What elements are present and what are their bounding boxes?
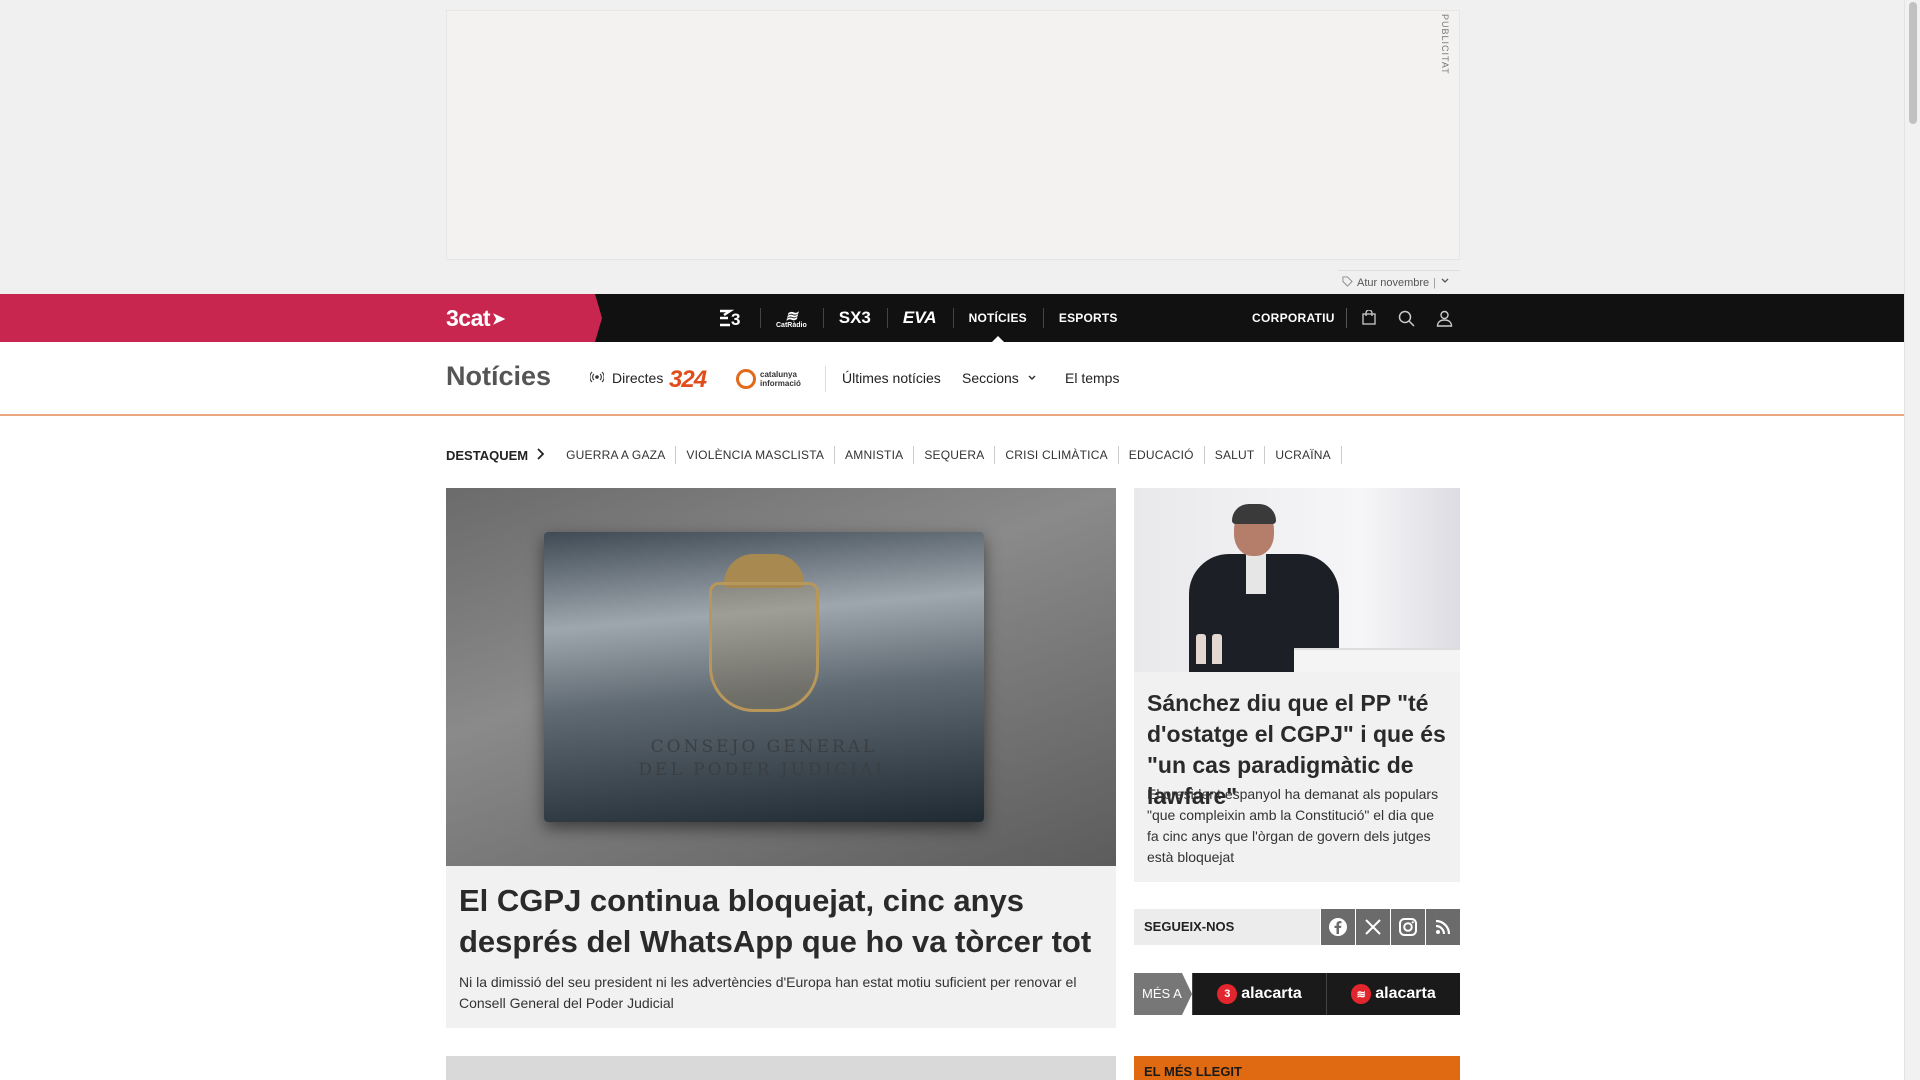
logo-324-text: 324 [669, 366, 707, 393]
tag-crisi-climatica[interactable]: CRISI CLIMÀTICA [995, 446, 1119, 464]
lead-article-image[interactable]: CONSEJO GENERAL DEL PODER JUDICIAL [446, 488, 1116, 866]
follow-us-bar: SEGUEIX-NOS [1134, 909, 1460, 945]
instagram-icon[interactable] [1391, 909, 1425, 945]
destaquem-label: DESTAQUEM [446, 447, 529, 463]
coat-of-arms-emblem [709, 582, 819, 712]
channel-eva-label: EVA [902, 308, 937, 327]
catalunya-informacio-icon [736, 369, 756, 389]
most-read-label: EL MÉS LLEGIT [1144, 1064, 1242, 1079]
nav-divider [1346, 308, 1347, 328]
ad-zone: PUBLICITAT Atur novembre | [0, 0, 1904, 294]
tv3-icon: 3 [1217, 984, 1238, 1004]
channel-nav: 3 ≋ CatRàdio SX3 EVA NOTÍCIES ESPORTS [702, 294, 1134, 342]
ad-choice-selector[interactable]: Atur novembre | [1338, 270, 1460, 294]
brand-block [0, 294, 602, 342]
x-icon[interactable] [1356, 909, 1390, 945]
channel-sx3-logo[interactable]: SX3 [822, 294, 887, 342]
catradio-alacarta-label: alacarta [1375, 985, 1436, 1002]
chevron-down-icon [1440, 276, 1450, 289]
section-header: Notícies Directes 324 catalunya informac… [0, 342, 1904, 416]
user-icon[interactable] [1434, 308, 1454, 328]
channel-catradio-label: CatRàdio [776, 322, 807, 329]
follow-us-label: SEGUEIX-NOS [1134, 909, 1320, 945]
shopping-bag-icon[interactable] [1359, 308, 1379, 328]
top-navigation: 3cat ➤ 3 ≋ CatRàdio SX3 EVA NOTÍCIES ESP… [0, 294, 1904, 342]
ad-choice-text: Atur novembre [1357, 276, 1430, 289]
speaker-hair [1232, 504, 1276, 524]
catalunya-informacio-logo[interactable]: catalunya informació [736, 369, 801, 389]
nav-esports[interactable]: ESPORTS [1042, 294, 1134, 342]
search-icon[interactable] [1396, 308, 1416, 328]
side-article-image[interactable] [1134, 488, 1460, 672]
nav-corporatiu[interactable]: CORPORATIU [1252, 294, 1335, 342]
tag-icon [1342, 275, 1353, 290]
tag-educacio[interactable]: EDUCACIÓ [1119, 446, 1205, 464]
next-article-card[interactable] [446, 1056, 1116, 1080]
page-title[interactable]: Notícies [446, 361, 551, 392]
plaque-text-line1: CONSEJO GENERAL [650, 737, 878, 757]
rss-icon[interactable] [1426, 909, 1460, 945]
channel-eva-logo[interactable]: EVA [886, 294, 953, 342]
water-bottle [1196, 634, 1206, 664]
most-read-header: EL MÉS LLEGIT [1134, 1056, 1460, 1080]
svg-text:3: 3 [731, 310, 740, 328]
page-scrollbar[interactable] [1904, 0, 1920, 1080]
tv3-alacarta-label: alacarta [1241, 985, 1302, 1002]
ad-banner[interactable] [446, 10, 1460, 260]
ci-line1: catalunya [760, 370, 797, 379]
ci-line2: informació [760, 379, 801, 388]
tv3-icon: 3 [720, 309, 740, 328]
3-24-logo[interactable]: 324 [669, 366, 707, 394]
directes-label: Directes [612, 370, 664, 386]
tv3-alacarta-link[interactable]: 3 alacarta [1192, 973, 1326, 1015]
broadcast-icon [589, 370, 605, 386]
seccions-label: Seccions [962, 370, 1019, 386]
directes-link[interactable]: Directes [589, 370, 664, 386]
nav-noticies[interactable]: NOTÍCIES [952, 294, 1043, 342]
side-article-card[interactable]: Sánchez diu que el PP "té d'ostatge el C… [1134, 488, 1460, 882]
tag-amnistia[interactable]: AMNISTIA [835, 446, 915, 464]
ad-choice-separator: | [1433, 276, 1437, 289]
destaquem-link[interactable]: DESTAQUEM [446, 447, 545, 463]
tag-violencia-masclista[interactable]: VIOLÈNCIA MASCLISTA [676, 446, 836, 464]
el-temps-link[interactable]: El temps [1065, 370, 1119, 386]
tag-salut[interactable]: SALUT [1205, 446, 1266, 464]
chevron-right-icon [536, 447, 545, 463]
3cat-logo[interactable]: 3cat ➤ [446, 305, 505, 332]
header-divider [825, 366, 826, 392]
tag-sequera[interactable]: SEQUERA [914, 446, 996, 464]
lead-article-title[interactable]: El CGPJ continua bloquejat, cinc anys de… [459, 880, 1099, 962]
facebook-icon[interactable] [1321, 909, 1355, 945]
podium [1294, 648, 1460, 672]
cgpj-plaque-image: CONSEJO GENERAL DEL PODER JUDICIAL [544, 532, 984, 822]
seccions-dropdown[interactable]: Seccions [962, 370, 1037, 386]
mes-a-label: MÉS A [1134, 973, 1192, 1015]
catradio-alacarta-link[interactable]: ≋ alacarta [1326, 973, 1460, 1015]
tag-guerra-gaza[interactable]: GUERRA A GAZA [556, 446, 677, 464]
tags-bar: DESTAQUEM GUERRA A GAZA VIOLÈNCIA MASCLI… [446, 444, 1342, 466]
chevron-down-icon [1027, 370, 1037, 386]
water-bottle [1212, 634, 1222, 664]
channel-catradio-logo[interactable]: ≋ CatRàdio [760, 294, 823, 342]
speaker-shirt [1246, 554, 1266, 594]
brand-arrow-icon: ➤ [492, 310, 505, 328]
side-article-summary: El president espanyol ha demanat als pop… [1147, 786, 1439, 865]
catradio-icon: ≋ [1351, 984, 1372, 1004]
lead-article-summary: Ni la dimissió del seu president ni les … [459, 974, 1077, 1011]
ad-label: PUBLICITAT [1440, 14, 1450, 75]
channel-sx3-label: SX3 [838, 308, 871, 327]
mes-a-bar: MÉS A 3 alacarta ≋ alacarta [1134, 973, 1460, 1015]
tag-ucraina[interactable]: UCRAÏNA [1265, 446, 1342, 464]
brand-text: 3cat [446, 305, 491, 331]
scrollbar-thumb[interactable] [1909, 2, 1917, 124]
ultimes-noticies-link[interactable]: Últimes notícies [842, 370, 941, 386]
plaque-text-line2: DEL PODER JUDICIAL [638, 760, 890, 780]
lead-article-card[interactable]: CONSEJO GENERAL DEL PODER JUDICIAL El CG… [446, 488, 1116, 1028]
channel-tv3-logo[interactable]: 3 [702, 294, 760, 342]
